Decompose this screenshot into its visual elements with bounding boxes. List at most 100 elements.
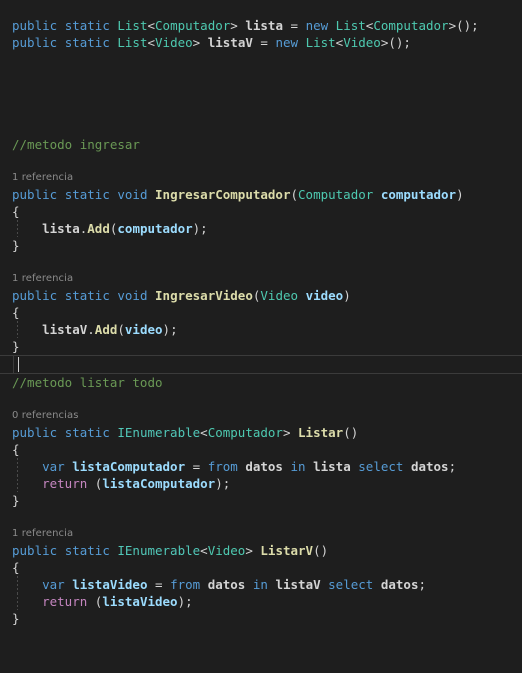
code-line[interactable]: { [0, 559, 522, 576]
code-token-var: video [305, 288, 344, 303]
code-line[interactable]: public static List<Computador> lista = n… [0, 17, 522, 34]
code-token-plain: ); [162, 322, 178, 337]
code-token-kw: static [64, 35, 110, 50]
code-token-kw: in [290, 459, 306, 474]
code-line[interactable]: public static void IngresarVideo(Video v… [0, 287, 522, 304]
code-line[interactable]: var listaVideo = from datos in listaV se… [0, 576, 522, 593]
blank-line[interactable] [0, 102, 522, 119]
code-token-brace: } [12, 339, 20, 354]
code-line[interactable]: } [0, 338, 522, 355]
code-line[interactable]: lista.Add(computador); [0, 220, 522, 237]
code-token-plain: > [282, 425, 299, 440]
code-token-id: listaV [275, 577, 321, 592]
code-token-kw: in [252, 577, 268, 592]
code-line[interactable]: listaV.Add(video); [0, 321, 522, 338]
code-line[interactable]: var listaComputador = from datos in list… [0, 458, 522, 475]
code-token-cmt: //metodo ingresar [12, 137, 140, 152]
code-token-type: Computador [207, 425, 283, 440]
code-token-brace: { [12, 560, 20, 575]
code-token-iface: IEnumerable [117, 543, 201, 558]
code-token-ctrl: return [42, 594, 88, 609]
code-token-kw: public [12, 35, 58, 50]
blank-line[interactable] [0, 0, 522, 17]
code-surface[interactable]: public static List<Computador> lista = n… [0, 0, 522, 673]
code-line[interactable]: { [0, 304, 522, 321]
indent-guide [17, 593, 18, 610]
code-token-type: Video [343, 35, 381, 50]
code-line[interactable]: } [0, 492, 522, 509]
code-token-brace: { [12, 204, 20, 219]
code-editor[interactable]: public static List<Computador> lista = n… [0, 0, 522, 673]
code-token-plain: = [147, 577, 171, 592]
code-token-plain: ); [192, 221, 208, 236]
code-token-brace: { [12, 305, 20, 320]
code-token-kw: void [117, 187, 148, 202]
code-line[interactable]: } [0, 237, 522, 254]
blank-line[interactable] [0, 85, 522, 102]
code-token-kw: public [12, 187, 58, 202]
blank-line[interactable] [0, 119, 522, 136]
code-line[interactable]: public static List<Video> listaV = new L… [0, 34, 522, 51]
code-token-type: List [117, 18, 148, 33]
code-token-plain: () [313, 543, 329, 558]
code-token-plain: ) [343, 288, 351, 303]
code-token-type: Computador [298, 187, 374, 202]
code-token-id: lista [245, 18, 283, 33]
code-line[interactable]: public static IEnumerable<Video> ListarV… [0, 542, 522, 559]
codelens-reference-count[interactable]: 1 referencia [0, 526, 522, 542]
code-token-id: datos [380, 577, 419, 592]
code-token-kw: static [64, 18, 110, 33]
indent-guide [17, 458, 18, 475]
code-token-brace: } [12, 493, 20, 508]
code-line[interactable]: public static void IngresarComputador(Co… [0, 186, 522, 203]
code-token-kw: public [12, 543, 58, 558]
code-token-plain: = [252, 35, 276, 50]
code-line[interactable]: { [0, 203, 522, 220]
blank-line[interactable] [0, 153, 522, 170]
code-token-plain: < [147, 18, 156, 33]
code-line[interactable]: //metodo listar todo [0, 374, 522, 391]
code-token-kw: from [170, 577, 201, 592]
code-token-brace: { [12, 442, 20, 457]
code-token-plain: >(); [448, 18, 479, 33]
code-token-plain: ) [456, 187, 464, 202]
code-token-id: listaV [207, 35, 253, 50]
code-token-id: datos [410, 459, 449, 474]
codelens-reference-count[interactable]: 1 referencia [0, 170, 522, 186]
code-token-var: listaVideo [102, 594, 178, 609]
blank-line[interactable] [0, 644, 522, 661]
code-line[interactable]: } [0, 610, 522, 627]
code-token-plain: < [200, 425, 208, 440]
code-line[interactable]: return (listaVideo); [0, 593, 522, 610]
blank-line[interactable] [0, 254, 522, 271]
code-token-var: listaComputador [72, 459, 186, 474]
code-token-kw: public [12, 288, 58, 303]
code-token-cmt: //metodo listar todo [12, 375, 163, 390]
blank-line[interactable] [0, 391, 522, 408]
code-line[interactable]: //metodo ingresar [0, 136, 522, 153]
current-line[interactable] [0, 355, 522, 374]
blank-line[interactable] [0, 51, 522, 68]
code-line[interactable]: return (listaComputador); [0, 475, 522, 492]
code-line[interactable]: public static IEnumerable<Computador> Li… [0, 424, 522, 441]
text-cursor [18, 357, 19, 372]
code-token-kw: static [64, 288, 110, 303]
blank-line[interactable] [0, 627, 522, 644]
codelens-reference-count[interactable]: 1 referencia [0, 271, 522, 287]
code-line[interactable]: { [0, 441, 522, 458]
code-token-kw: select [328, 577, 374, 592]
blank-line[interactable] [0, 68, 522, 85]
code-token-type: List [305, 35, 336, 50]
codelens-reference-count[interactable]: 0 referencias [0, 408, 522, 424]
code-token-kw: void [117, 288, 148, 303]
blank-line[interactable] [0, 661, 522, 673]
blank-line[interactable] [0, 509, 522, 526]
code-token-plain: . [87, 322, 95, 337]
code-token-plain: < [200, 543, 208, 558]
